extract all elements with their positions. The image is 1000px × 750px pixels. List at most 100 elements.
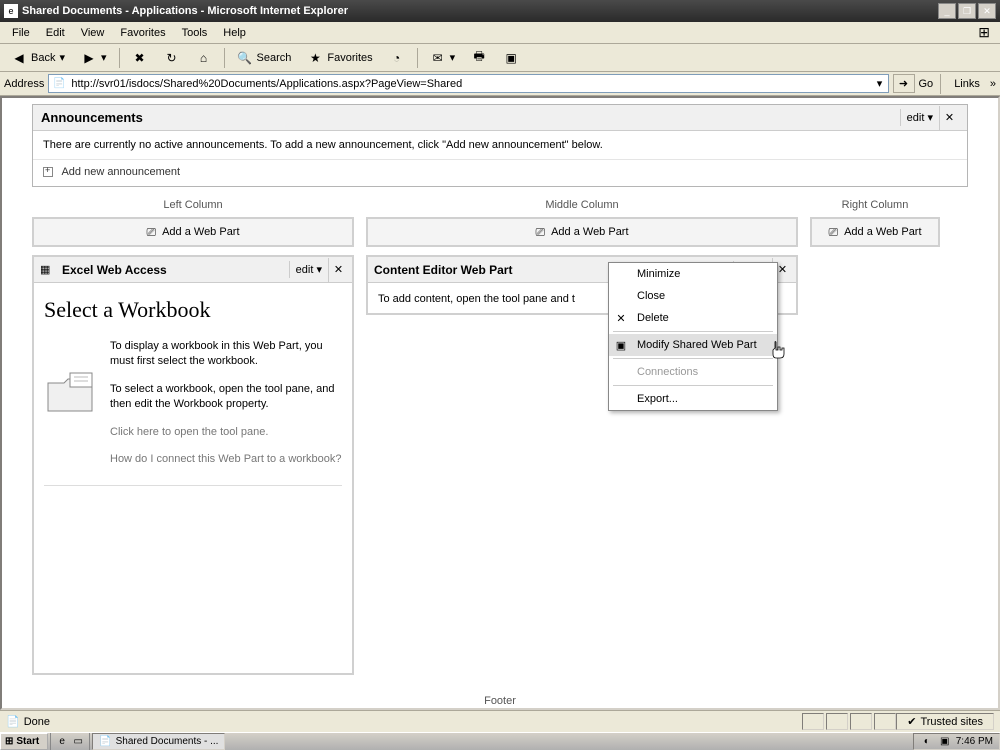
menu-favorites[interactable]: Favorites (112, 25, 173, 41)
separator (224, 48, 225, 68)
page-icon: 📄 (51, 77, 67, 91)
separator (119, 48, 120, 68)
modify-icon: ▣ (613, 337, 629, 353)
excel-open-toolpane-link[interactable]: Click here to open the tool pane. (110, 425, 342, 440)
status-done: Done (24, 716, 50, 728)
back-button[interactable]: ◀ Back ▾ (4, 47, 72, 69)
excel-p1: To display a workbook in this Web Part, … (110, 339, 342, 370)
left-column-header: Left Column (32, 199, 354, 211)
excel-icon: ▦ (40, 263, 56, 277)
go-button[interactable]: ➜ (893, 74, 915, 93)
webpart-context-menu: Minimize Close ✕ Delete ▣ Modify Shared … (608, 262, 778, 411)
minimize-button[interactable]: _ (938, 3, 956, 19)
mail-icon: ✉ (430, 50, 446, 66)
status-pane (802, 713, 824, 730)
excel-header: ▦ Excel Web Access edit ▾ ✕ (34, 257, 352, 283)
add-announcement-link[interactable]: Add new announcement (33, 159, 967, 186)
ctx-delete[interactable]: ✕ Delete (609, 307, 777, 329)
status-pane (850, 713, 872, 730)
footer-label: Footer (32, 695, 968, 707)
ctx-connections: Connections (609, 361, 777, 383)
trusted-label: Trusted sites (920, 716, 983, 728)
status-pane (826, 713, 848, 730)
ie-icon[interactable]: e (55, 735, 69, 749)
security-zone[interactable]: ✔ Trusted sites (896, 713, 994, 730)
ctx-export[interactable]: Export... (609, 388, 777, 410)
add-webpart-middle[interactable]: ⎚ Add a Web Part (366, 217, 798, 247)
excel-edit-menu[interactable]: edit ▾ (289, 261, 328, 278)
add-webpart-label: Add a Web Part (844, 226, 921, 238)
window-title: Shared Documents - Applications - Micros… (22, 5, 938, 17)
announcements-webpart: Announcements edit ▾ ✕ There are current… (32, 104, 968, 187)
restore-button[interactable]: ❐ (958, 3, 976, 19)
add-webpart-icon: ⎚ (828, 225, 838, 240)
status-text: 📄 Done (6, 715, 802, 728)
ctx-minimize[interactable]: Minimize (609, 263, 777, 285)
menu-edit[interactable]: Edit (38, 25, 73, 41)
clock[interactable]: 7:46 PM (956, 736, 993, 747)
add-webpart-icon: ⎚ (146, 225, 156, 240)
add-announcement-label: Add new announcement (61, 166, 180, 178)
home-button[interactable]: ⌂ (189, 47, 219, 69)
taskbar: ⊞ Start e ▭ 📄 Shared Documents - ... ◐ ▣… (0, 732, 1000, 750)
refresh-button[interactable]: ↻ (157, 47, 187, 69)
folder-icon (44, 369, 100, 419)
back-icon: ◀ (11, 50, 27, 66)
favorites-icon: ★ (307, 50, 323, 66)
address-label: Address (4, 78, 44, 90)
excel-title: Excel Web Access (62, 263, 289, 277)
right-column: Right Column ⎚ Add a Web Part (810, 199, 940, 675)
announcements-edit-menu[interactable]: edit ▾ (900, 109, 939, 126)
address-dropdown[interactable]: ▾ (872, 77, 888, 90)
excel-close[interactable]: ✕ (328, 258, 348, 282)
ctx-close[interactable]: Close (609, 285, 777, 307)
delete-icon: ✕ (613, 310, 629, 326)
menu-help[interactable]: Help (215, 25, 254, 41)
mail-button[interactable]: ✉▾ (423, 47, 463, 69)
desktop-icon[interactable]: ▭ (71, 735, 85, 749)
home-icon: ⌂ (196, 50, 212, 66)
left-column: Left Column ⎚ Add a Web Part ▦ Excel Web… (32, 199, 354, 675)
tray-icon[interactable]: ◐ (920, 735, 934, 749)
edit-button[interactable]: ▣ (496, 47, 526, 69)
announcements-title: Announcements (41, 110, 900, 125)
back-label: Back (31, 52, 55, 64)
search-icon: 🔍 (237, 50, 253, 66)
ctx-modify-shared-webpart[interactable]: ▣ Modify Shared Web Part (609, 334, 777, 356)
ie-icon: 📄 (99, 736, 111, 747)
search-label: Search (257, 52, 292, 64)
refresh-icon: ↻ (164, 50, 180, 66)
taskbar-item-label: Shared Documents - ... (116, 736, 219, 747)
status-pane (874, 713, 896, 730)
excel-help-link[interactable]: How do I connect this Web Part to a work… (110, 452, 342, 467)
announcements-close[interactable]: ✕ (939, 106, 959, 130)
add-webpart-label: Add a Web Part (551, 226, 628, 238)
stop-button[interactable]: ✖ (125, 47, 155, 69)
add-webpart-label: Add a Web Part (162, 226, 239, 238)
start-label: Start (16, 736, 39, 747)
close-button[interactable]: ✕ (978, 3, 996, 19)
separator (613, 385, 773, 386)
print-button[interactable]: 🖶 (464, 47, 494, 69)
search-button[interactable]: 🔍 Search (230, 47, 299, 69)
links-chevron-icon[interactable]: » (990, 78, 996, 90)
history-button[interactable]: ◔ (382, 47, 412, 69)
add-icon (43, 167, 53, 177)
address-input[interactable] (69, 78, 871, 90)
menubar: File Edit View Favorites Tools Help ⊞ (0, 22, 1000, 44)
forward-button[interactable]: ▶ ▾ (74, 47, 114, 69)
favorites-button[interactable]: ★ Favorites (300, 47, 379, 69)
menu-file[interactable]: File (4, 25, 38, 41)
add-webpart-right[interactable]: ⎚ Add a Web Part (810, 217, 940, 247)
menu-tools[interactable]: Tools (174, 25, 216, 41)
menu-view[interactable]: View (73, 25, 113, 41)
excel-instructions: To display a workbook in this Web Part, … (110, 339, 342, 479)
taskbar-item[interactable]: 📄 Shared Documents - ... (92, 733, 225, 750)
links-label[interactable]: Links (948, 78, 986, 90)
edit-icon: ▣ (503, 50, 519, 66)
tray-icon[interactable]: ▣ (938, 735, 952, 749)
window-titlebar: e Shared Documents - Applications - Micr… (0, 0, 1000, 22)
add-webpart-left[interactable]: ⎚ Add a Web Part (32, 217, 354, 247)
start-button[interactable]: ⊞ Start (0, 733, 48, 750)
separator (940, 74, 941, 94)
